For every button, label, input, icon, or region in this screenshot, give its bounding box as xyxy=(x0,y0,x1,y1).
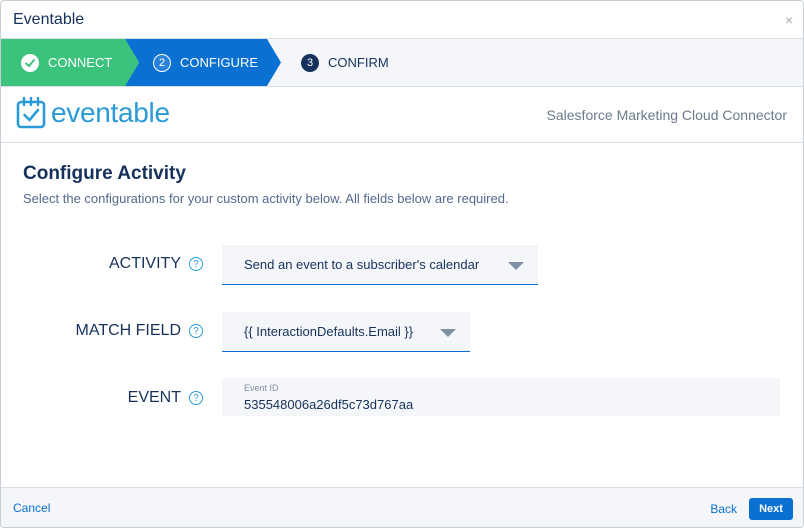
connector-subtitle: Salesforce Marketing Cloud Connector xyxy=(546,107,787,123)
step-connect[interactable]: CONNECT xyxy=(1,39,139,86)
activity-label-text: ACTIVITY xyxy=(108,255,181,272)
activity-select-value: Send an event to a subscriber's calendar xyxy=(244,257,480,272)
activity-select[interactable]: Send an event to a subscriber's calendar xyxy=(222,245,538,285)
activity-label: ACTIVITY ? xyxy=(108,255,203,273)
close-icon[interactable]: × xyxy=(785,13,793,27)
help-icon[interactable]: ? xyxy=(189,391,203,405)
logo-text: eventable xyxy=(51,97,170,128)
match-field-select-value: {{ InteractionDefaults.Email }} xyxy=(244,324,414,339)
window-title: Eventable xyxy=(13,11,85,28)
chevron-down-icon xyxy=(440,329,456,337)
step-confirm[interactable]: 3 CONFIRM xyxy=(267,39,421,86)
event-id-label: Event ID xyxy=(244,383,279,393)
step-confirm-number: 3 xyxy=(301,53,319,72)
check-icon xyxy=(21,53,39,72)
progress-steps: 3 CONFIRM 2 CONFIGURE CONNECT xyxy=(1,39,803,87)
brand-header: eventable Salesforce Marketing Cloud Con… xyxy=(1,87,803,143)
calendar-check-icon xyxy=(16,96,46,129)
step-configure-number: 2 xyxy=(153,53,171,72)
match-field-label-text: MATCH FIELD xyxy=(75,322,181,339)
step-configure-label: CONFIGURE xyxy=(180,55,258,70)
title-bar: Eventable × xyxy=(1,1,803,39)
back-button[interactable]: Back xyxy=(710,502,737,516)
step-connect-label: CONNECT xyxy=(48,55,113,70)
event-id-value: 535548006a26df5c73d767aa xyxy=(244,397,414,412)
help-icon[interactable]: ? xyxy=(189,324,203,338)
chevron-down-icon xyxy=(508,262,524,270)
help-icon[interactable]: ? xyxy=(189,257,203,271)
cancel-button[interactable]: Cancel xyxy=(13,501,50,515)
modal-footer: Cancel Back Next xyxy=(1,487,803,527)
event-id-field: Event ID 535548006a26df5c73d767aa xyxy=(222,378,780,416)
page-title: Configure Activity xyxy=(23,163,186,184)
page-description: Select the configurations for your custo… xyxy=(23,191,509,206)
match-field-label: MATCH FIELD ? xyxy=(75,322,203,340)
eventable-logo: eventable xyxy=(15,96,170,130)
step-confirm-label: CONFIRM xyxy=(328,55,389,70)
match-field-select[interactable]: {{ InteractionDefaults.Email }} xyxy=(222,312,470,352)
event-label: EVENT ? xyxy=(127,389,203,407)
next-button[interactable]: Next xyxy=(749,498,793,520)
modal-window: Eventable × 3 CONFIRM 2 CONFIGURE CONNEC… xyxy=(0,0,804,528)
step-configure[interactable]: 2 CONFIGURE xyxy=(125,39,281,86)
event-label-text: EVENT xyxy=(127,389,181,406)
